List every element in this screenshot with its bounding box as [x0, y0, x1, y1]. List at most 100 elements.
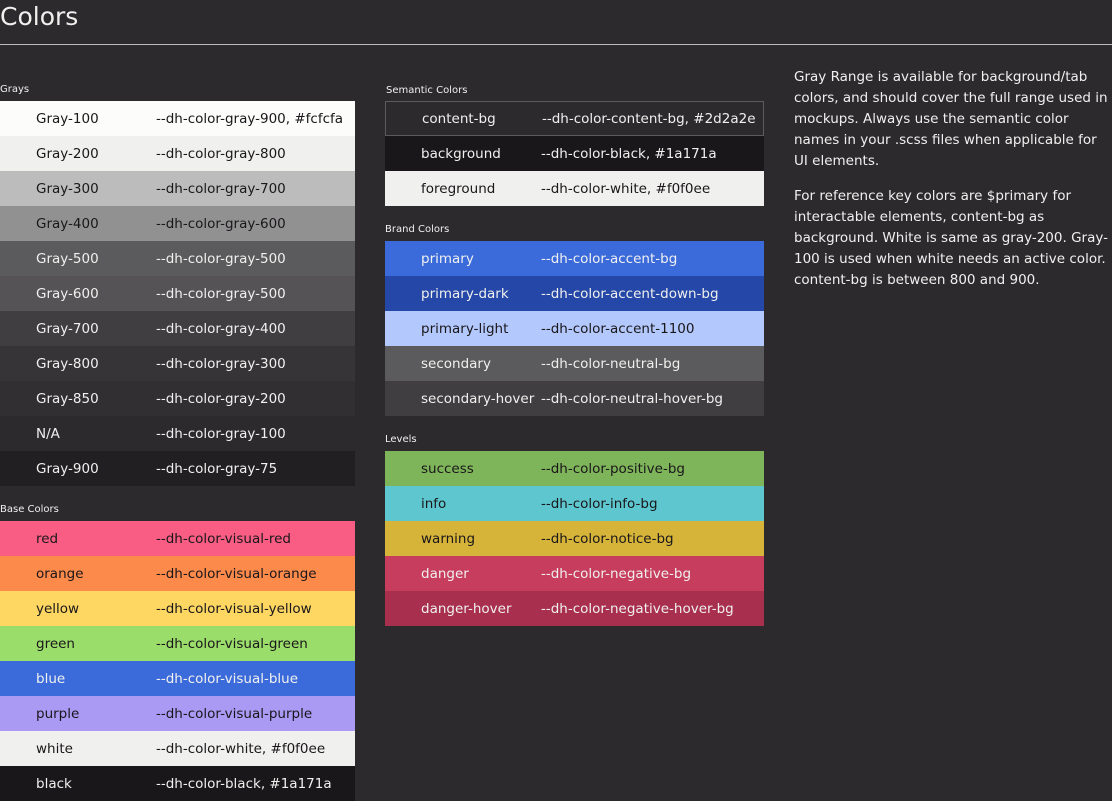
color-swatch-row: N/A --dh-color-gray-100 [0, 416, 355, 451]
swatch-name: black [36, 775, 72, 792]
color-swatch-row: danger --dh-color-negative-bg [385, 556, 764, 591]
color-swatch-row: foreground --dh-color-white, #f0f0ee [385, 171, 764, 206]
swatch-variable: --dh-color-gray-75 [156, 460, 278, 477]
color-swatch-row: orange --dh-color-visual-orange [0, 556, 355, 591]
swatch-name: secondary [421, 355, 491, 372]
swatch-name: red [36, 530, 59, 547]
color-swatch-row: blue --dh-color-visual-blue [0, 661, 355, 696]
swatch-name: danger [421, 565, 469, 582]
swatch-name: primary [421, 250, 474, 267]
swatch-name: danger-hover [421, 600, 512, 617]
swatch-variable: --dh-color-accent-bg [541, 250, 678, 267]
swatch-name: purple [36, 705, 80, 722]
swatch-variable: --dh-color-visual-yellow [156, 600, 312, 617]
swatch-name: Gray-300 [36, 180, 99, 197]
color-swatch-row: success --dh-color-positive-bg [385, 451, 764, 486]
grays-swatch-list: Gray-100 --dh-color-gray-900, #fcfcfa Gray… [0, 101, 355, 486]
swatch-variable: --dh-color-visual-blue [156, 670, 299, 687]
swatch-name: Gray-100 [36, 110, 99, 127]
color-swatch-row: Gray-900 --dh-color-gray-75 [0, 451, 355, 486]
color-swatch-row: secondary --dh-color-neutral-bg [385, 346, 764, 381]
swatch-variable: --dh-color-gray-900, #fcfcfa [156, 110, 344, 127]
swatch-name: green [36, 635, 75, 652]
swatch-variable: --dh-color-neutral-hover-bg [541, 390, 723, 407]
notes-panel: Gray Range is available for background/t… [794, 67, 1110, 305]
swatch-name: Gray-600 [36, 285, 99, 302]
swatch-variable: --dh-color-gray-500 [156, 285, 286, 302]
color-swatch-row: red --dh-color-visual-red [0, 521, 355, 556]
color-swatch-row: Gray-850 --dh-color-gray-200 [0, 381, 355, 416]
color-swatch-row: Gray-300 --dh-color-gray-700 [0, 171, 355, 206]
color-swatch-row: info --dh-color-info-bg [385, 486, 764, 521]
section-label-base-colors: Base Colors [0, 504, 59, 515]
swatch-variable: --dh-color-notice-bg [541, 530, 674, 547]
color-swatch-row: Gray-600 --dh-color-gray-500 [0, 276, 355, 311]
color-swatch-row: warning --dh-color-notice-bg [385, 521, 764, 556]
color-swatch-row: danger-hover --dh-color-negative-hover-bg [385, 591, 764, 626]
swatch-variable: --dh-color-gray-500 [156, 250, 286, 267]
levels-swatch-list: success --dh-color-positive-bg info --dh-co… [385, 451, 764, 626]
swatch-variable: --dh-color-info-bg [541, 495, 658, 512]
swatch-variable: --dh-color-gray-100 [156, 425, 286, 442]
swatch-name: white [36, 740, 73, 757]
swatch-variable: --dh-color-visual-orange [156, 565, 317, 582]
swatch-variable: --dh-color-white, #f0f0ee [156, 740, 326, 757]
swatch-name: warning [421, 530, 476, 547]
color-swatch-row: secondary-hover --dh-color-neutral-hover-… [385, 381, 764, 416]
semantic-colors-swatch-list: content-bg --dh-color-content-bg, #2d2a2e… [385, 101, 764, 206]
section-label-grays: Grays [0, 84, 30, 95]
color-swatch-row: Gray-200 --dh-color-gray-800 [0, 136, 355, 171]
swatch-variable: --dh-color-negative-bg [541, 565, 692, 582]
swatch-name: Gray-200 [36, 145, 99, 162]
section-label-semantic-colors: Semantic Colors [386, 85, 468, 96]
color-swatch-row: Gray-100 --dh-color-gray-900, #fcfcfa [0, 101, 355, 136]
color-swatch-row: primary-light --dh-color-accent-1100 [385, 311, 764, 346]
swatch-name: secondary-hover [421, 390, 535, 407]
color-swatch-row: Gray-500 --dh-color-gray-500 [0, 241, 355, 276]
swatch-name: background [421, 145, 501, 162]
swatch-name: Gray-800 [36, 355, 99, 372]
swatch-variable: --dh-color-visual-purple [156, 705, 313, 722]
swatch-variable: --dh-color-accent-1100 [541, 320, 695, 337]
swatch-name: yellow [36, 600, 80, 617]
page-title: Colors [0, 2, 79, 31]
color-swatch-row: yellow --dh-color-visual-yellow [0, 591, 355, 626]
swatch-variable: --dh-color-content-bg, #2d2a2e [542, 110, 756, 127]
color-swatch-row: black --dh-color-black, #1a171a [0, 766, 355, 801]
swatch-variable: --dh-color-positive-bg [541, 460, 685, 477]
swatch-variable: --dh-color-gray-200 [156, 390, 286, 407]
swatch-name: Gray-700 [36, 320, 99, 337]
swatch-variable: --dh-color-gray-700 [156, 180, 286, 197]
color-swatch-row: Gray-800 --dh-color-gray-300 [0, 346, 355, 381]
swatch-variable: --dh-color-neutral-bg [541, 355, 681, 372]
notes-paragraph-reference: For reference key colors are $primary fo… [794, 188, 1108, 288]
swatch-variable: --dh-color-visual-green [156, 635, 308, 652]
swatch-variable: --dh-color-negative-hover-bg [541, 600, 734, 617]
color-swatch-row: primary-dark --dh-color-accent-down-bg [385, 276, 764, 311]
color-swatch-row: background --dh-color-black, #1a171a [385, 136, 764, 171]
color-swatch-row: content-bg --dh-color-content-bg, #2d2a2e [385, 101, 764, 136]
section-label-brand-colors: Brand Colors [385, 224, 450, 235]
swatch-name: orange [36, 565, 84, 582]
swatch-name: Gray-900 [36, 460, 99, 477]
swatch-variable: --dh-color-visual-red [156, 530, 291, 547]
notes-paragraph-gray-range: Gray Range is available for background/t… [794, 69, 1108, 169]
swatch-variable: --dh-color-white, #f0f0ee [541, 180, 711, 197]
swatch-variable: --dh-color-black, #1a171a [541, 145, 717, 162]
swatch-variable: --dh-color-gray-300 [156, 355, 286, 372]
title-divider [0, 44, 1112, 45]
base-colors-swatch-list: red --dh-color-visual-red orange --dh-color… [0, 521, 355, 801]
color-swatch-row: Gray-700 --dh-color-gray-400 [0, 311, 355, 346]
section-label-levels: Levels [385, 434, 417, 445]
swatch-name: success [421, 460, 474, 477]
swatch-variable: --dh-color-gray-400 [156, 320, 286, 337]
swatch-name: blue [36, 670, 66, 687]
swatch-name: foreground [421, 180, 496, 197]
swatch-name: Gray-850 [36, 390, 99, 407]
swatch-variable: --dh-color-gray-600 [156, 215, 286, 232]
swatch-variable: --dh-color-black, #1a171a [156, 775, 332, 792]
swatch-name: N/A [36, 425, 60, 442]
color-swatch-row: white --dh-color-white, #f0f0ee [0, 731, 355, 766]
brand-colors-swatch-list: primary --dh-color-accent-bg primary-dark -… [385, 241, 764, 416]
swatch-name: primary-dark [421, 285, 509, 302]
